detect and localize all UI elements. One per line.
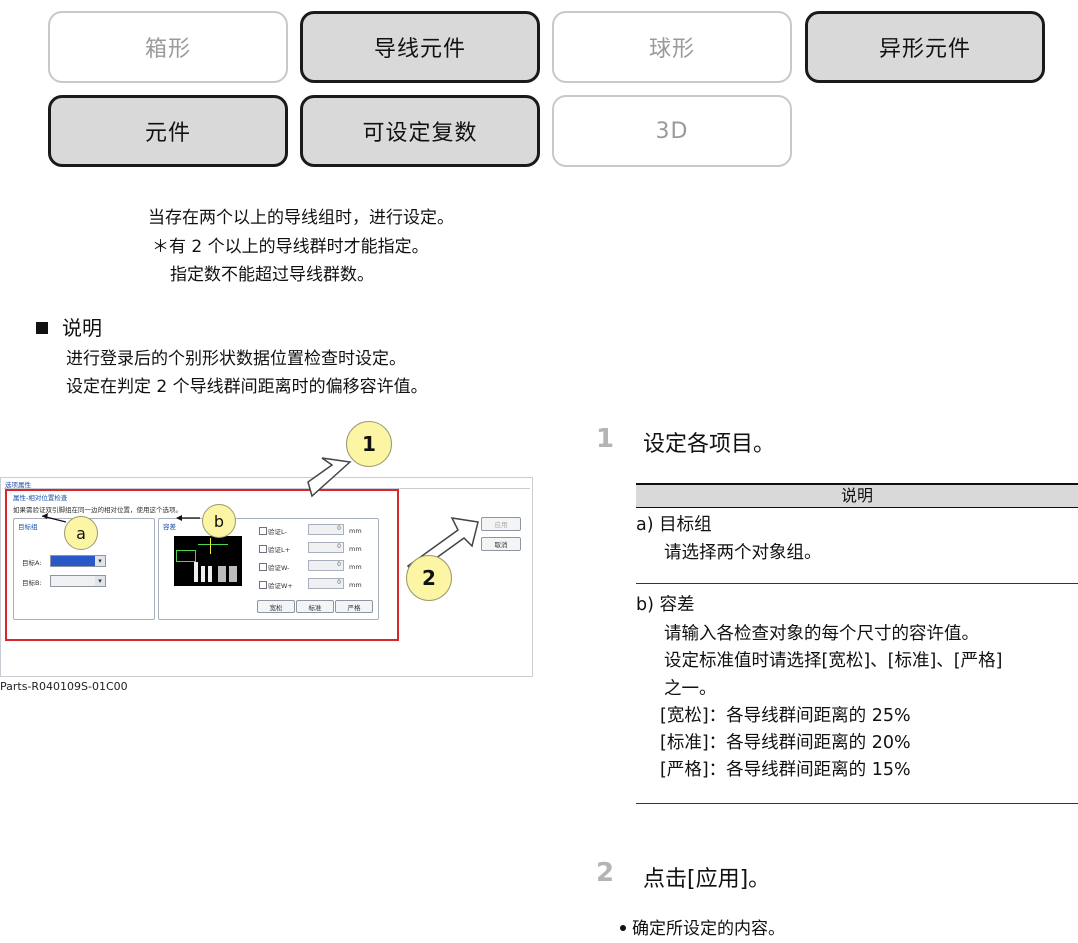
bullet-icon xyxy=(620,925,626,931)
tolerance-line: 之一。 xyxy=(664,679,717,699)
step-2-bullet-text: 确定所设定的内容。 xyxy=(632,919,785,939)
description-table: 说明 a) 目标组 请选择两个对象组。 b) 容差 请输入各检查对象的每个尺寸的… xyxy=(636,483,1078,804)
tolerance-title: b) 容差 xyxy=(636,595,695,615)
step-2-text: 点击[应用]。 xyxy=(643,867,771,892)
step-1-number: 1 xyxy=(596,424,615,454)
arrow-a-icon xyxy=(42,513,48,519)
tolerance-line: [严格]：各导线群间距离的 15% xyxy=(660,760,911,780)
target-group-title: a) 目标组 xyxy=(636,515,712,535)
tolerance-line: [宽松]：各导线群间距离的 25% xyxy=(660,706,911,726)
tolerance-line: [标准]：各导线群间距离的 20% xyxy=(660,733,911,753)
callout-2: 2 xyxy=(406,555,452,601)
callout-arrows xyxy=(41,457,479,576)
arrow-1-icon xyxy=(307,457,352,498)
target-group-body: 请选择两个对象组。 xyxy=(664,543,822,563)
callout-1: 1 xyxy=(346,421,392,467)
table-header: 说明 xyxy=(636,483,1078,507)
step-1-text: 设定各项目。 xyxy=(643,432,776,457)
tolerance-line: 请输入各检查对象的每个尺寸的容许值。 xyxy=(664,624,979,644)
callout-a: a xyxy=(64,516,98,550)
step-2-number: 2 xyxy=(596,858,615,888)
callout-b: b xyxy=(202,504,236,538)
step-2-bullet: 确定所设定的内容。 xyxy=(620,914,785,939)
arrow-b-icon xyxy=(176,515,182,521)
screenshot-caption: Parts-R040109S-01C00 xyxy=(0,680,128,693)
tolerance-line: 设定标准值时请选择[宽松]、[标准]、[严格] xyxy=(664,651,1003,671)
